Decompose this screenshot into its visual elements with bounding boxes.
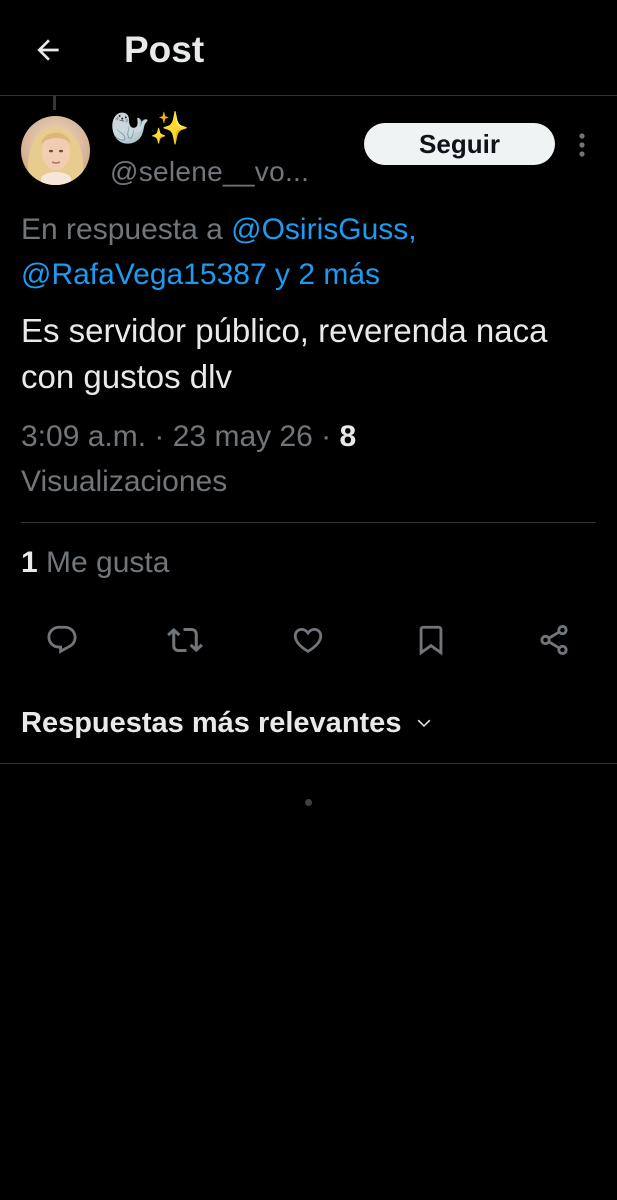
meta-separator-2: · bbox=[312, 420, 340, 453]
more-options-button[interactable] bbox=[568, 128, 596, 162]
reply-icon bbox=[47, 625, 77, 654]
display-name[interactable]: 🦭✨ bbox=[110, 108, 190, 148]
thread-connector bbox=[53, 96, 56, 110]
reply-context: En respuesta a @OsirisGuss, @RafaVega1538… bbox=[21, 207, 601, 297]
action-bar bbox=[0, 616, 617, 664]
avatar-image bbox=[21, 116, 90, 185]
likes-label: Me gusta bbox=[37, 546, 170, 579]
views-count: 8 bbox=[339, 420, 357, 453]
more-vertical-icon bbox=[579, 133, 585, 157]
reply-button[interactable] bbox=[38, 616, 86, 664]
back-button[interactable] bbox=[26, 28, 70, 72]
page-title: Post bbox=[124, 29, 205, 70]
mention-link-rafavega[interactable]: @RafaVega15387 bbox=[21, 258, 267, 291]
mention-link-osirisguss[interactable]: @OsirisGuss, bbox=[231, 213, 416, 246]
reply-prefix: En respuesta a bbox=[21, 213, 232, 246]
like-button[interactable] bbox=[284, 616, 332, 664]
arrow-left-icon bbox=[37, 39, 59, 61]
like-icon bbox=[293, 627, 323, 653]
post-screen: Post 🦭✨ @selene__vo... Seguir En respues… bbox=[0, 0, 617, 1200]
meta-separator: · bbox=[146, 420, 173, 453]
chevron-down-icon bbox=[415, 714, 433, 732]
like-count: 1 bbox=[21, 546, 38, 579]
follow-button[interactable]: Seguir bbox=[364, 123, 555, 165]
divider bbox=[0, 763, 617, 764]
share-icon bbox=[540, 624, 568, 656]
avatar[interactable] bbox=[21, 116, 90, 185]
post-text: Es servidor público, reverenda naca con … bbox=[21, 312, 548, 395]
share-button[interactable] bbox=[530, 616, 578, 664]
post-meta: 3:09 a.m. · 23 may 26 · 8 Visualizaciones bbox=[21, 414, 596, 504]
loading-indicator bbox=[305, 799, 312, 806]
likes-summary[interactable]: 1 Me gusta bbox=[21, 541, 169, 585]
bookmark-button[interactable] bbox=[407, 616, 455, 664]
views-label: Visualizaciones bbox=[21, 465, 228, 498]
divider bbox=[21, 522, 596, 523]
repost-button[interactable] bbox=[161, 616, 209, 664]
top-bar: Post bbox=[0, 0, 617, 96]
user-handle[interactable]: @selene__vo... bbox=[110, 155, 309, 189]
bookmark-icon bbox=[419, 625, 443, 656]
mention-more-link[interactable]: y 2 más bbox=[267, 258, 380, 291]
post-date[interactable]: 23 may 26 bbox=[173, 420, 313, 453]
retweet-icon bbox=[167, 627, 203, 653]
post-time[interactable]: 3:09 a.m. bbox=[21, 420, 146, 453]
sort-label: Respuestas más relevantes bbox=[21, 707, 402, 739]
replies-sort-dropdown[interactable]: Respuestas más relevantes bbox=[21, 701, 433, 745]
